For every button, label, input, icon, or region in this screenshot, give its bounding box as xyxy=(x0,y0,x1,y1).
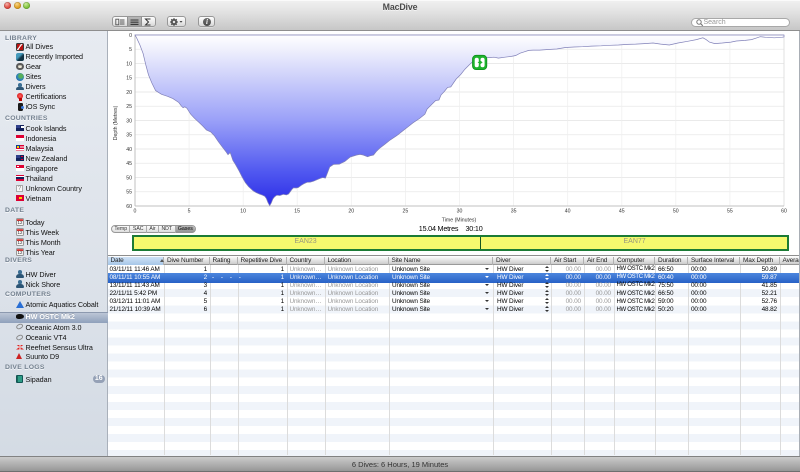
svg-text:45: 45 xyxy=(126,161,132,167)
svg-text:25: 25 xyxy=(402,209,408,215)
svg-text:25: 25 xyxy=(126,104,132,110)
svg-text:10: 10 xyxy=(240,209,246,215)
svg-text:5: 5 xyxy=(129,47,132,53)
svg-text:15: 15 xyxy=(294,209,300,215)
svg-text:Depth (Metres): Depth (Metres) xyxy=(113,105,119,140)
svg-text:10: 10 xyxy=(126,61,132,67)
svg-text:50: 50 xyxy=(672,209,678,215)
svg-text:15: 15 xyxy=(126,76,132,82)
svg-text:60: 60 xyxy=(126,204,132,210)
svg-text:0: 0 xyxy=(129,33,132,39)
svg-text:40: 40 xyxy=(126,147,132,153)
svg-text:35: 35 xyxy=(510,209,516,215)
svg-text:20: 20 xyxy=(348,209,354,215)
svg-text:35: 35 xyxy=(126,133,132,139)
svg-text:0: 0 xyxy=(133,209,136,215)
svg-text:50: 50 xyxy=(126,175,132,181)
svg-text:Time (Minutes): Time (Minutes) xyxy=(441,218,476,224)
svg-text:55: 55 xyxy=(727,209,733,215)
svg-text:5: 5 xyxy=(187,209,190,215)
svg-text:20: 20 xyxy=(126,90,132,96)
svg-text:30: 30 xyxy=(456,209,462,215)
svg-text:45: 45 xyxy=(618,209,624,215)
svg-text:60: 60 xyxy=(781,209,787,215)
svg-text:40: 40 xyxy=(564,209,570,215)
svg-text:30: 30 xyxy=(126,118,132,124)
svg-text:55: 55 xyxy=(126,190,132,196)
